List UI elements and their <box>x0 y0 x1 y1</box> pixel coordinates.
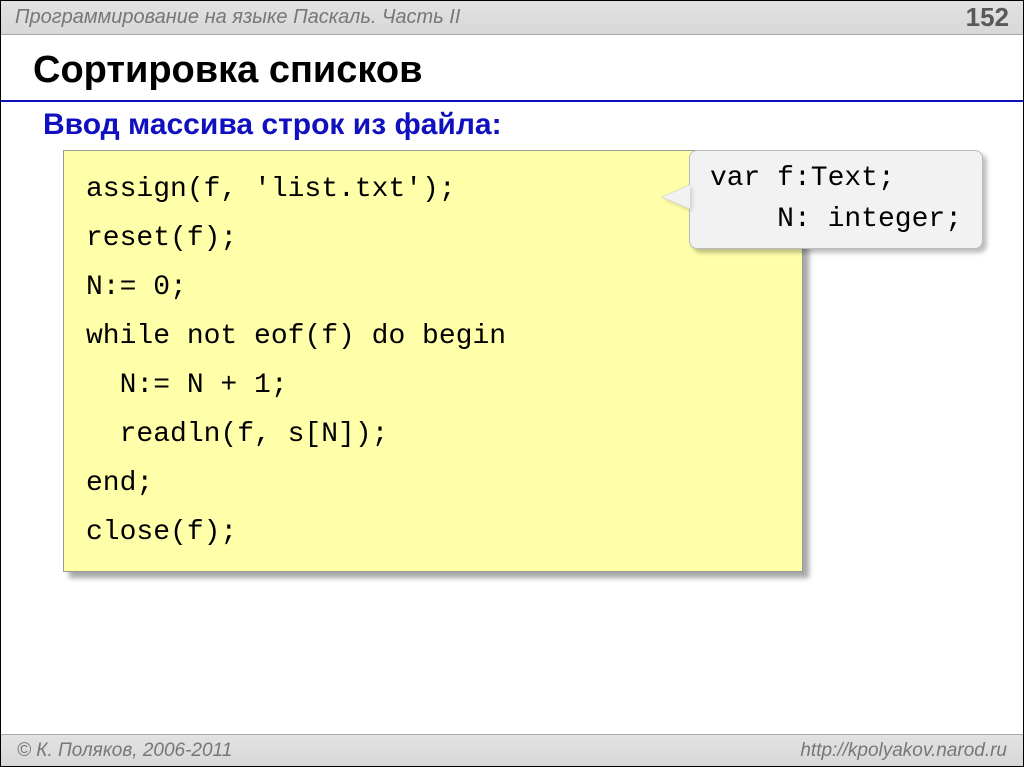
slide: Программирование на языке Паскаль. Часть… <box>0 0 1024 767</box>
code-line: readln(f, s[N]); <box>86 410 780 459</box>
footer-url: http://kpolyakov.narod.ru <box>800 740 1007 762</box>
callout-line: var f:Text; <box>710 159 962 200</box>
content-area: assign(f, 'list.txt'); reset(f); N:= 0; … <box>1 150 1023 572</box>
code-line: N:= N + 1; <box>86 361 780 410</box>
copyright: © К. Поляков, 2006-2011 <box>17 740 232 762</box>
code-line: close(f); <box>86 508 780 557</box>
header-bar: Программирование на языке Паскаль. Часть… <box>1 1 1023 35</box>
code-line: reset(f); <box>86 214 780 263</box>
page-title: Сортировка списков <box>1 35 1023 102</box>
callout-box: var f:Text; N: integer; <box>689 150 983 249</box>
footer-bar: © К. Поляков, 2006-2011 http://kpolyakov… <box>1 734 1023 766</box>
code-line: end; <box>86 459 780 508</box>
subtitle: Ввод массива строк из файла: <box>1 102 1023 150</box>
code-line: N:= 0; <box>86 263 780 312</box>
callout-line: N: integer; <box>710 200 962 241</box>
page-number: 152 <box>966 2 1009 33</box>
breadcrumb: Программирование на языке Паскаль. Часть… <box>15 6 460 29</box>
callout-tail-icon <box>662 185 690 209</box>
code-line: while not eof(f) do begin <box>86 312 780 361</box>
